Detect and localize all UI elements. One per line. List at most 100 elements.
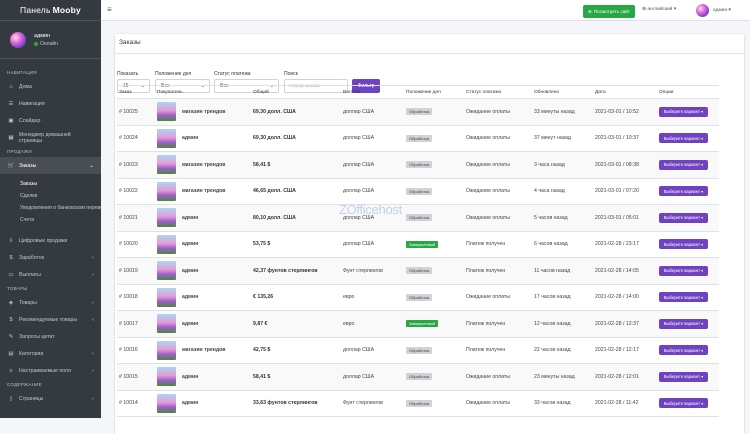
select-option-button[interactable]: Выберите вариант ▾ bbox=[659, 398, 708, 409]
menu-toggle-icon[interactable]: ≡ bbox=[107, 5, 112, 14]
sidebar-item-quote-requests[interactable]: ✎ Запросы цитат bbox=[0, 328, 101, 345]
buyer-cell: магазин трендов bbox=[155, 151, 251, 179]
order-state-cell: Обработка bbox=[404, 151, 464, 179]
cart-icon: 🛒 bbox=[7, 162, 15, 169]
sidebar-item-homepage-manager[interactable]: ▦ Менеджер домашней страницы bbox=[0, 129, 101, 146]
sidebar-item-label: Навигация bbox=[19, 100, 45, 107]
language-label: английский bbox=[647, 7, 673, 12]
order-id[interactable]: # 10025 bbox=[117, 98, 155, 126]
order-total: 80,10 долл. США bbox=[251, 204, 341, 232]
home-icon: ⌂ bbox=[9, 83, 13, 90]
select-option-button[interactable]: Выберите вариант ▾ bbox=[659, 159, 708, 170]
sidebar-subitem-transactions[interactable]: Сделки bbox=[0, 190, 101, 202]
sidebar-item-categories[interactable]: ▤ Категории ‹ bbox=[0, 345, 101, 362]
select-option-label: Выберите вариант bbox=[663, 347, 700, 353]
select-option-button[interactable]: Выберите вариант ▾ bbox=[659, 212, 708, 223]
order-id[interactable]: # 10022 bbox=[117, 178, 155, 205]
sidebar-subitem-orders[interactable]: Заказы bbox=[0, 178, 101, 190]
order-id[interactable]: # 10019 bbox=[117, 257, 155, 285]
sidebar-subitem-bank-notifications[interactable]: Уведомления о банковском переводе bbox=[0, 202, 101, 214]
sidebar-item-pages[interactable]: ▯ Страницы ‹ bbox=[0, 390, 101, 407]
sidebar-item-featured[interactable]: $ Рекомендуемые товары ‹ bbox=[0, 311, 101, 328]
table-row: # 10016 магазин трендов 42,75 $ доллар США О… bbox=[117, 337, 719, 364]
select-option-button[interactable]: Выберите вариант ▾ bbox=[659, 345, 708, 356]
buyer-cell: админ bbox=[155, 125, 251, 152]
user-status-label: Онлайн bbox=[40, 40, 58, 47]
updated-time: 33 минуты назад bbox=[532, 98, 593, 126]
caret-down-icon: ▾ bbox=[701, 215, 704, 221]
options-cell: Выберите вариант ▾ bbox=[657, 98, 719, 126]
select-option-button[interactable]: Выберите вариант ▾ bbox=[659, 239, 708, 250]
select-option-button[interactable]: Выберите вариант ▾ bbox=[659, 265, 708, 276]
options-cell: Выберите вариант ▾ bbox=[657, 231, 719, 258]
buyer-cell: магазин трендов bbox=[155, 337, 251, 364]
topbar-user-name: админ bbox=[713, 8, 728, 13]
sidebar-item-home[interactable]: ⌂ Дома bbox=[0, 78, 101, 95]
order-id[interactable]: # 10020 bbox=[117, 231, 155, 258]
sidebar-item-products[interactable]: ◈ Товары ‹ bbox=[0, 294, 101, 311]
caret-down-icon: ▾ bbox=[701, 347, 704, 353]
updated-time: 23 минуты назад bbox=[532, 363, 593, 391]
sidebar-item-orders[interactable]: 🛒 Заказы ⌄ bbox=[0, 157, 101, 174]
order-id[interactable]: # 10018 bbox=[117, 284, 155, 311]
payment-status: Ожидание оплаты bbox=[464, 390, 532, 417]
buyer-avatar bbox=[157, 102, 176, 122]
buyer-cell: админ bbox=[155, 231, 251, 258]
select-option-button[interactable]: Выберите вариант ▾ bbox=[659, 106, 708, 117]
sidebar-item-custom-fields[interactable]: ≡ Настраиваемые поля ‹ bbox=[0, 362, 101, 379]
language-dropdown[interactable]: ⊕ английский ▾ bbox=[642, 7, 676, 12]
sidebar-item-digital-sales[interactable]: ⇩ Цифровые продажи bbox=[0, 232, 101, 249]
select-option-label: Выберите вариант bbox=[663, 400, 700, 406]
order-state-cell: Обработка bbox=[404, 390, 464, 417]
order-id[interactable]: # 10023 bbox=[117, 151, 155, 179]
dollar-icon: $ bbox=[9, 316, 13, 323]
user-dropdown[interactable]: админ ▾ bbox=[696, 4, 731, 17]
select-option-button[interactable]: Выберите вариант ▾ bbox=[659, 186, 708, 197]
updated-time: 3 часа назад bbox=[532, 151, 593, 179]
sliders-icon: ≡ bbox=[9, 367, 13, 374]
sidebar-item-payouts[interactable]: ▭ Выплаты ‹ bbox=[0, 266, 101, 283]
order-state-cell: Обработка bbox=[404, 257, 464, 285]
status-badge: Обработка bbox=[406, 214, 433, 222]
select-option-label: Выберите вариант bbox=[663, 268, 700, 274]
select-option-button[interactable]: Выберите вариант ▾ bbox=[659, 133, 708, 144]
caret-down-icon: ▾ bbox=[701, 268, 704, 274]
avatar bbox=[696, 4, 709, 17]
sidebar-item-slider[interactable]: ▣ Слайдер bbox=[0, 112, 101, 129]
payment-status: Ожидание оплаты bbox=[464, 178, 532, 205]
sidebar-item-earnings[interactable]: $ Заработок ‹ bbox=[0, 249, 101, 266]
order-total: 46,65 долл. США bbox=[251, 178, 341, 205]
file-icon: ▯ bbox=[9, 395, 13, 402]
select-option-button[interactable]: Выберите вариант ▾ bbox=[659, 371, 708, 382]
order-id[interactable]: # 10014 bbox=[117, 390, 155, 417]
order-id[interactable]: # 10021 bbox=[117, 204, 155, 232]
options-cell: Выберите вариант ▾ bbox=[657, 125, 719, 152]
brand-logo[interactable]: Панель Mooby bbox=[0, 0, 101, 21]
column-header: Статус платежа bbox=[464, 85, 532, 99]
order-id[interactable]: # 10016 bbox=[117, 337, 155, 364]
updated-time: 33 часов назад bbox=[532, 390, 593, 417]
user-panel[interactable]: админ Онлайн bbox=[0, 21, 101, 59]
main-content: Заказы Показать 15 ⌄ Положение дел Все ⌄ С… bbox=[101, 21, 750, 434]
order-date: 2021-03-01 / 10:52 bbox=[593, 98, 657, 126]
table-row: # 10018 админ € 135,26 евро Обработка Ожидани… bbox=[117, 284, 719, 311]
search-label: Поиск bbox=[284, 71, 298, 77]
order-total: € 135,26 bbox=[251, 284, 341, 311]
select-option-button[interactable]: Выберите вариант ▾ bbox=[659, 292, 708, 303]
order-id[interactable]: # 10017 bbox=[117, 310, 155, 338]
sidebar-item-navigation[interactable]: ☰ Навигация bbox=[0, 95, 101, 112]
order-id[interactable]: # 10024 bbox=[117, 125, 155, 152]
options-cell: Выберите вариант ▾ bbox=[657, 178, 719, 205]
caret-down-icon: ▾ bbox=[701, 374, 704, 380]
table-header-row: Заказ Покупатель Общий Валюта Положение дел С… bbox=[117, 85, 719, 99]
status-badge: Обработка bbox=[406, 161, 433, 169]
tag-icon: ✎ bbox=[8, 333, 14, 340]
buyer-name: админ bbox=[182, 241, 199, 248]
order-id[interactable]: # 10015 bbox=[117, 363, 155, 391]
sidebar-item-label: Запросы цитат bbox=[19, 333, 55, 340]
select-option-label: Выберите вариант bbox=[663, 215, 700, 221]
select-option-button[interactable]: Выберите вариант ▾ bbox=[659, 318, 708, 329]
buyer-name: магазин трендов bbox=[182, 108, 226, 115]
view-site-button[interactable]: ⊕ Посмотреть сайт bbox=[583, 5, 635, 18]
sidebar-subitem-invoices[interactable]: Счета bbox=[0, 214, 101, 226]
